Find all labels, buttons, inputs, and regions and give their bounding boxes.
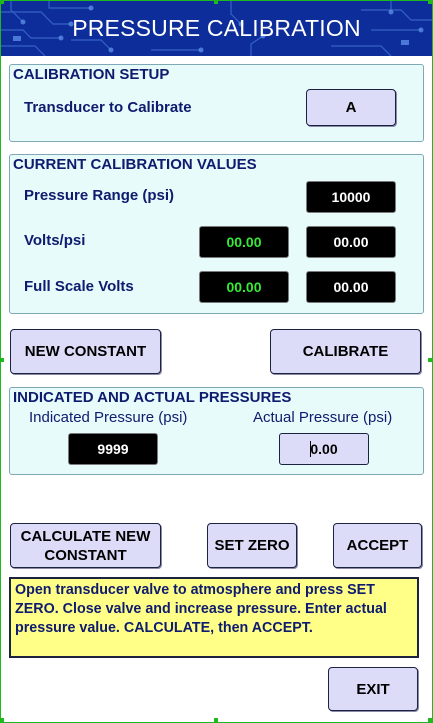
resize-handle-bottom-right[interactable] bbox=[428, 718, 432, 722]
resize-handle-bottom-center[interactable] bbox=[214, 718, 218, 722]
resize-handle-middle-left[interactable] bbox=[0, 358, 4, 362]
selection-frame bbox=[0, 0, 433, 723]
resize-handle-middle-right[interactable] bbox=[428, 358, 432, 362]
resize-handle-top-center[interactable] bbox=[214, 0, 218, 4]
resize-handle-top-right[interactable] bbox=[428, 0, 432, 4]
resize-handle-top-left[interactable] bbox=[0, 0, 4, 4]
resize-handle-bottom-left[interactable] bbox=[0, 718, 4, 722]
